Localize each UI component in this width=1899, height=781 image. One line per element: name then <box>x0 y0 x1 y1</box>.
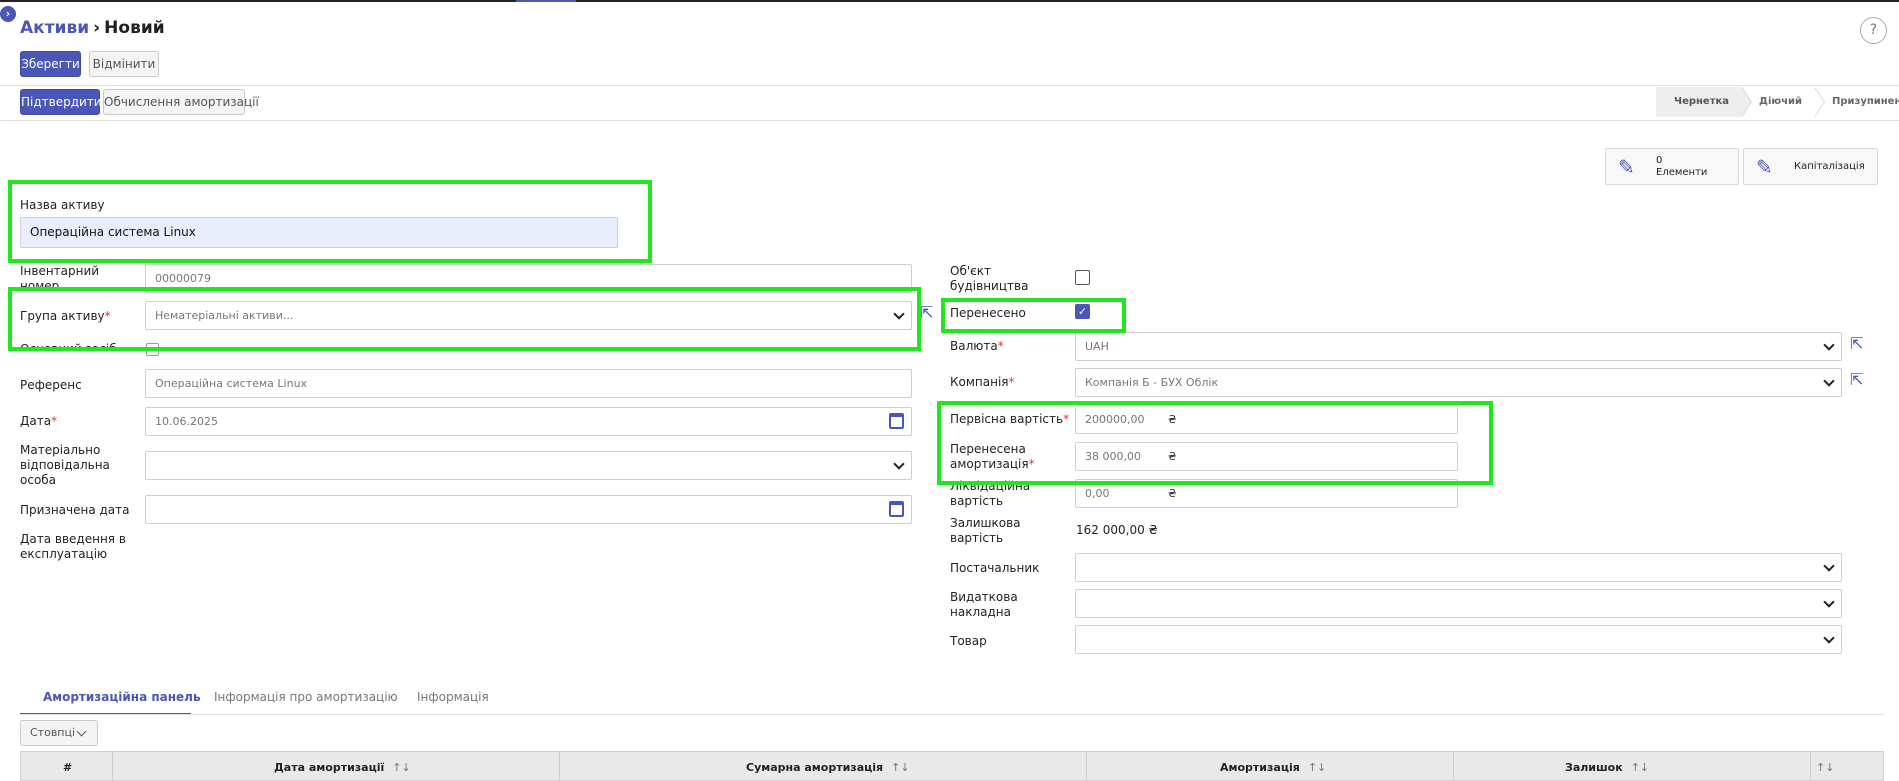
product-label: Товар <box>950 634 987 648</box>
save-button[interactable]: Зберегти <box>20 51 81 77</box>
expense-invoice-label: Видаткова накладна <box>950 590 1018 619</box>
reference-label: Референс <box>20 378 82 392</box>
assigned-date-label: Призначена дата <box>20 503 130 517</box>
chevron-down-icon[interactable] <box>1823 632 1835 644</box>
liquidation-value-value: 0,00 <box>1085 487 1110 500</box>
column-header-total-depreciation[interactable]: Сумарна амортизація ↑↓ <box>746 761 910 774</box>
product-select[interactable] <box>1075 625 1842 654</box>
sort-icon[interactable]: ↑↓ <box>1816 761 1834 774</box>
column-header-depreciation-date[interactable]: Дата амортизації ↑↓ <box>274 761 411 774</box>
commissioning-date-label: Дата введення в експлуатацію <box>20 532 126 561</box>
columns-button[interactable]: Стовпці <box>20 720 98 746</box>
divider <box>0 85 1899 86</box>
tab-depreciation-panel[interactable]: Амортизаційна панель <box>43 690 201 704</box>
assigned-date-input[interactable] <box>145 495 912 524</box>
chevron-down-icon[interactable] <box>1823 375 1835 387</box>
external-link-icon[interactable]: ⇱ <box>920 303 933 322</box>
currency-select[interactable]: UAH <box>1075 332 1842 361</box>
pencil-icon: ✎ <box>1756 154 1773 179</box>
expense-invoice-select[interactable] <box>1075 589 1842 618</box>
supplier-select[interactable] <box>1075 553 1842 582</box>
residual-value: 162 000,00 ₴ <box>1076 523 1158 537</box>
company-value: Компанія Б - БУХ Облік <box>1085 376 1219 389</box>
column-separator <box>1086 751 1087 781</box>
elements-label: Елементи <box>1656 166 1708 178</box>
column-separator <box>1453 751 1454 781</box>
calendar-icon[interactable] <box>889 413 904 429</box>
highlight-box <box>937 401 1493 485</box>
chevron-right-icon: › <box>93 18 101 38</box>
construction-object-checkbox[interactable] <box>1075 270 1090 285</box>
chevron-right-icon[interactable]: › <box>0 6 16 22</box>
divider <box>0 120 1899 121</box>
highlight-box <box>8 287 921 351</box>
column-header-number[interactable]: # <box>63 761 72 774</box>
column-header-balance[interactable]: Залишок ↑↓ <box>1565 761 1649 774</box>
column-header-extra[interactable]: ↑↓ <box>1808 761 1834 774</box>
status-step-draft[interactable]: Чернетка <box>1656 87 1753 117</box>
elements-count: 0 <box>1656 154 1663 166</box>
calendar-icon[interactable] <box>889 501 904 517</box>
date-value: 10.06.2025 <box>155 415 218 428</box>
sort-icon[interactable]: ↑↓ <box>392 761 410 774</box>
inventory-number-label: Інвентарний номер <box>20 264 100 288</box>
status-bar: Чернетка Діючий Призупинений <box>1656 87 1899 117</box>
company-select[interactable]: Компанія Б - БУХ Облік <box>1075 368 1842 397</box>
discard-button[interactable]: Відмінити <box>89 51 159 77</box>
external-link-icon[interactable]: ⇱ <box>1850 370 1863 389</box>
responsible-person-label: Матеріально відповідальна особа <box>20 443 110 487</box>
breadcrumb-current: Новий <box>104 18 165 38</box>
tab-depreciation-info[interactable]: Інформація про амортизацію <box>214 690 398 704</box>
compute-depreciation-button[interactable]: Обчислення амортизації <box>103 89 259 115</box>
tab-info[interactable]: Інформація <box>417 690 489 704</box>
chevron-down-icon[interactable] <box>1823 596 1835 608</box>
capitalization-smart-button[interactable]: ✎ Капіталізація <box>1743 148 1878 185</box>
chevron-down-icon <box>76 726 87 737</box>
highlight-box <box>8 180 652 263</box>
column-separator <box>559 751 560 781</box>
pencil-icon: ✎ <box>1618 154 1635 179</box>
company-label: Компанія* <box>950 375 1015 389</box>
breadcrumb-parent-link[interactable]: Активи <box>20 18 89 38</box>
column-separator <box>112 751 113 781</box>
supplier-label: Постачальник <box>950 561 1040 575</box>
chevron-down-icon[interactable] <box>1823 339 1835 351</box>
column-header-depreciation[interactable]: Амортизація ↑↓ <box>1220 761 1326 774</box>
status-step-suspended[interactable]: Призупинений <box>1813 87 1899 117</box>
external-link-icon[interactable]: ⇱ <box>1850 334 1863 353</box>
tabs-divider <box>20 714 1884 715</box>
residual-value-label: Залишкова вартість <box>950 516 1021 545</box>
currency-value: UAH <box>1085 340 1109 353</box>
top-bar <box>0 0 1899 2</box>
breadcrumb: Активи › Новий <box>20 18 165 38</box>
sort-icon[interactable]: ↑↓ <box>1308 761 1326 774</box>
date-input[interactable]: 10.06.2025 <box>145 407 912 436</box>
chevron-down-icon[interactable] <box>893 458 905 470</box>
currency-label: Валюта* <box>950 339 1004 353</box>
capitalization-label: Капіталізація <box>1794 161 1865 172</box>
confirm-button[interactable]: Підтвердити <box>20 89 102 115</box>
sort-icon[interactable]: ↑↓ <box>891 761 909 774</box>
highlight-box <box>941 298 1126 333</box>
top-bar-accent <box>516 0 576 2</box>
reference-input[interactable]: Операційна система Linux <box>145 369 912 398</box>
construction-object-label: Об'єкт будівництва <box>950 264 1029 293</box>
help-button[interactable]: ? <box>1860 17 1887 44</box>
sort-icon[interactable]: ↑↓ <box>1631 761 1649 774</box>
elements-smart-button[interactable]: ✎ 0 Елементи <box>1605 148 1739 185</box>
columns-button-label: Стовпці <box>30 726 76 739</box>
responsible-person-select[interactable] <box>145 451 912 480</box>
chevron-down-icon[interactable] <box>1823 560 1835 572</box>
date-label: Дата* <box>20 414 58 428</box>
